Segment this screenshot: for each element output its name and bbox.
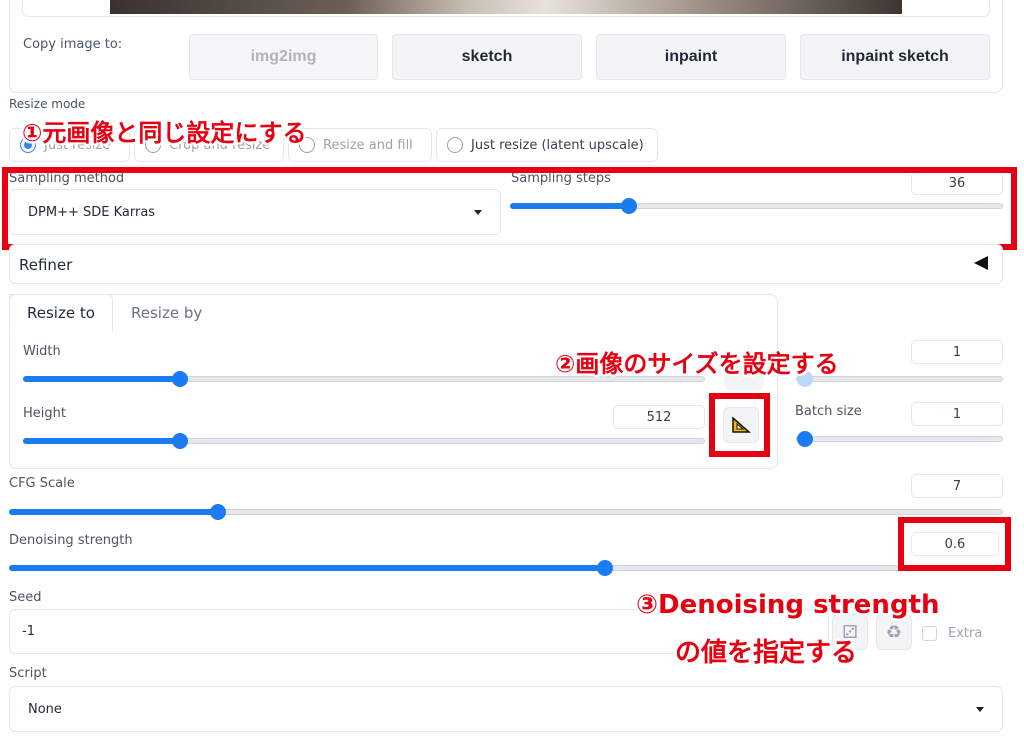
- chevron-down-icon: [976, 706, 984, 712]
- tab-resize-by[interactable]: Resize by: [114, 294, 219, 332]
- radio-just-resize-latent[interactable]: Just resize (latent upscale): [436, 128, 658, 162]
- cfg-scale-label: CFG Scale: [9, 476, 75, 491]
- radio-dot-icon: [447, 137, 463, 153]
- extra-checkbox[interactable]: [922, 626, 937, 641]
- annotation-box-3: [898, 517, 1011, 571]
- slider-thumb[interactable]: [797, 431, 813, 447]
- output-image[interactable]: [110, 0, 902, 14]
- triangle-left-icon[interactable]: [974, 256, 988, 270]
- annotation-box-2: [709, 393, 770, 457]
- annotation-2: ②画像のサイズを設定する: [555, 350, 839, 378]
- img2img-button[interactable]: img2img: [189, 34, 378, 80]
- sketch-button[interactable]: sketch: [392, 34, 582, 80]
- batch-size-label: Batch size: [795, 404, 862, 419]
- cfg-scale-input[interactable]: 7: [911, 474, 1003, 498]
- batch-count-input[interactable]: 1: [911, 340, 1003, 364]
- slider-fill: [9, 509, 218, 515]
- annotation-1: ①元画像と同じ設定にする: [22, 119, 307, 147]
- slider-fill: [23, 376, 180, 382]
- script-label: Script: [9, 666, 47, 681]
- script-dropdown[interactable]: None: [9, 686, 1003, 732]
- cfg-scale-slider[interactable]: [9, 504, 1003, 520]
- denoising-strength-slider[interactable]: [9, 560, 1003, 576]
- seed-label: Seed: [9, 590, 42, 605]
- slider-fill: [9, 565, 605, 571]
- slider-thumb[interactable]: [210, 504, 227, 520]
- radio-label: Resize and fill: [323, 137, 413, 153]
- refiner-label: Refiner: [19, 256, 73, 274]
- tab-resize-to[interactable]: Resize to: [9, 294, 113, 332]
- extra-label: Extra: [948, 626, 983, 641]
- script-value: None: [28, 701, 62, 717]
- resize-mode-label: Resize mode: [9, 97, 86, 111]
- annotation-box-1: [2, 167, 1017, 250]
- inpaint-sketch-button[interactable]: inpaint sketch: [800, 34, 990, 80]
- batch-size-slider[interactable]: [796, 431, 1003, 447]
- denoising-strength-label: Denoising strength: [9, 533, 133, 548]
- slider-thumb[interactable]: [597, 560, 614, 576]
- inpaint-button[interactable]: inpaint: [596, 34, 786, 80]
- refiner-accordion[interactable]: [9, 244, 1003, 284]
- batch-size-input[interactable]: 1: [911, 402, 1003, 426]
- copy-image-label: Copy image to:: [23, 37, 123, 52]
- height-slider[interactable]: [23, 433, 705, 449]
- annotation-3-line2: の値を指定する: [675, 638, 858, 668]
- radio-resize-and-fill[interactable]: Resize and fill: [288, 128, 432, 162]
- width-label: Width: [23, 344, 61, 359]
- height-input[interactable]: 512: [613, 405, 705, 429]
- radio-label: Just resize (latent upscale): [471, 137, 644, 153]
- height-label: Height: [23, 406, 66, 421]
- slider-fill: [23, 438, 180, 444]
- annotation-3-line1: ③Denoising strength: [636, 590, 940, 620]
- recycle-icon: ♻: [885, 621, 903, 643]
